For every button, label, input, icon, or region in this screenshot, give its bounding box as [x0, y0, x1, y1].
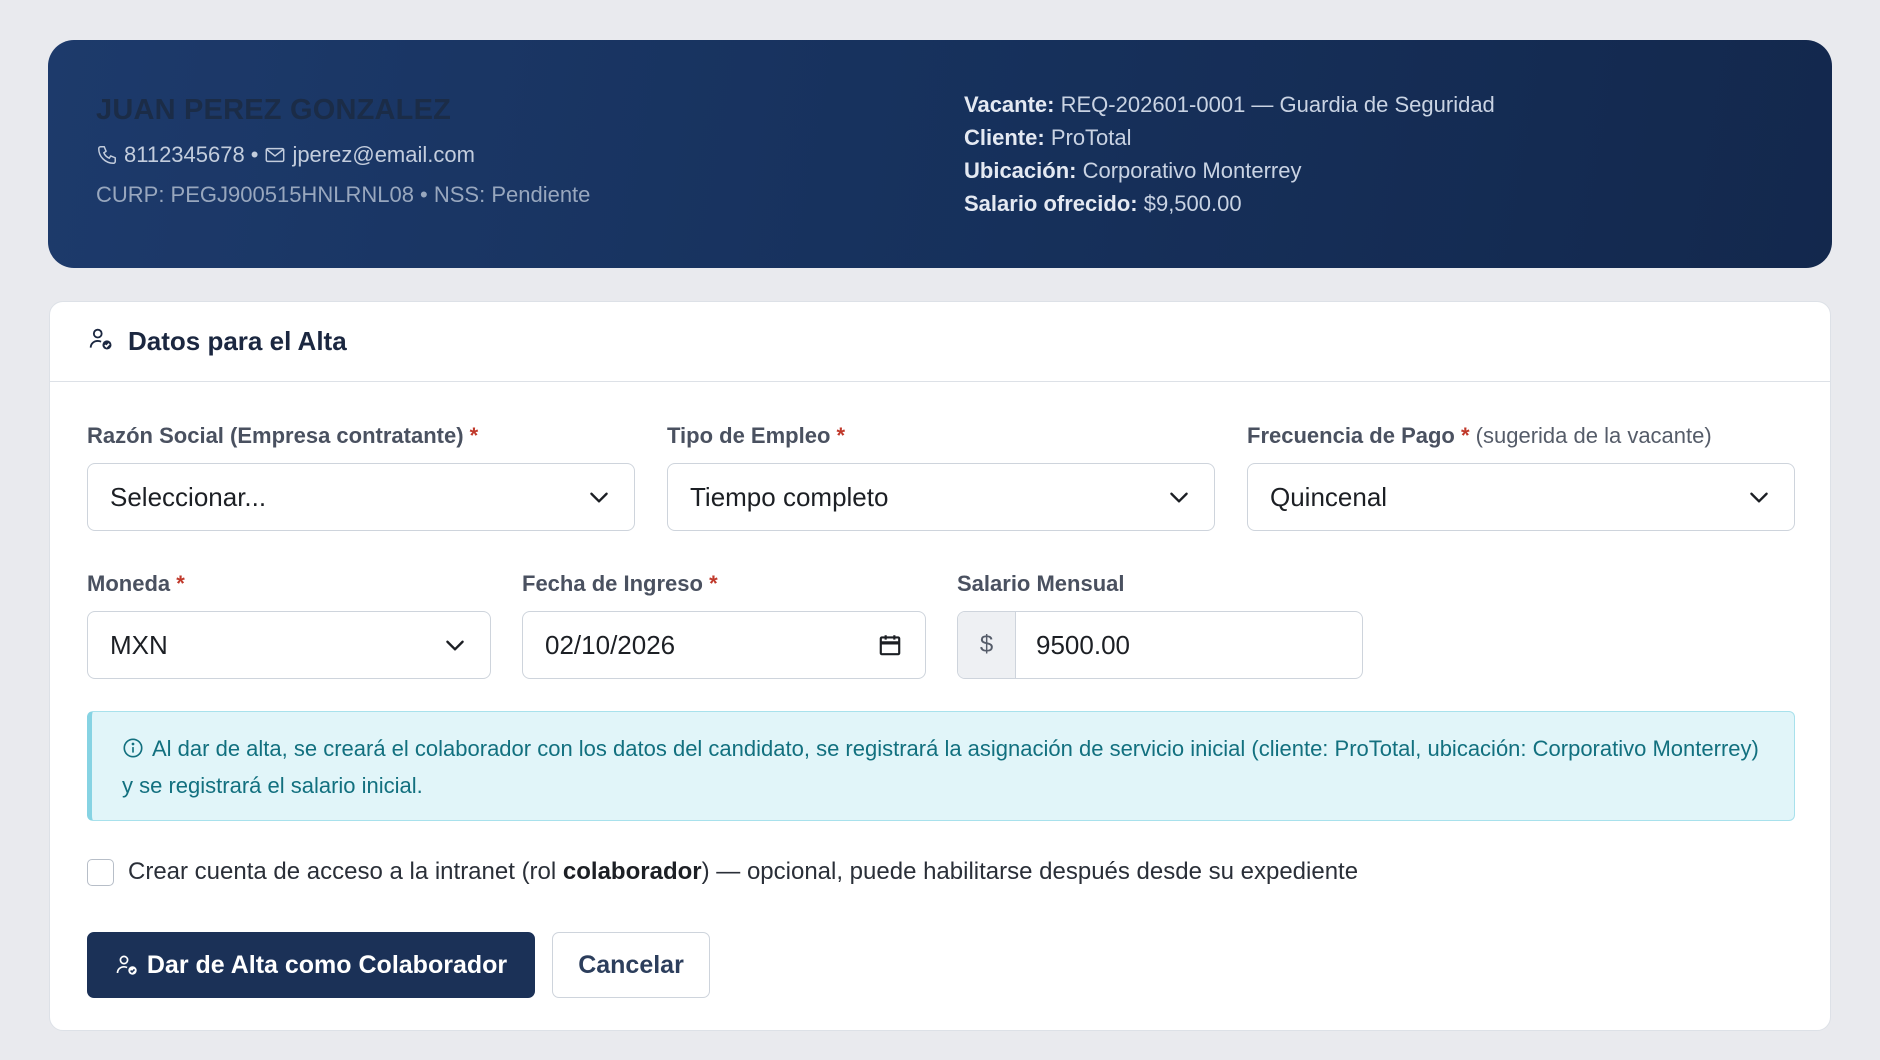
candidate-ids: CURP: PEGJ900515HNLRNL08 • NSS: Pendient… — [96, 182, 591, 207]
candidate-contact: 8112345678 • jperez@email.com — [96, 142, 475, 168]
location-value: Corporativo Monterrey — [1082, 158, 1302, 183]
required-mark: * — [1460, 423, 1470, 448]
fecha-ingreso-value: 02/10/2026 — [545, 629, 676, 660]
salario-mensual-input[interactable]: $ 9500.00 — [957, 611, 1363, 679]
vacancy-label: Vacante: — [964, 92, 1055, 117]
fecha-ingreso-label: Fecha de Ingreso * — [522, 571, 718, 597]
tipo-empleo-value: Tiempo completo — [690, 481, 889, 512]
moneda-value: MXN — [110, 629, 168, 660]
client-value: ProTotal — [1050, 125, 1132, 150]
frecuencia-pago-label: Frecuencia de Pago * (sugerida de la vac… — [1247, 423, 1712, 449]
vacancy-info: Vacante: REQ-202601-0001 — Guardia de Se… — [964, 88, 1495, 220]
user-check-icon — [88, 326, 114, 357]
intranet-account-label[interactable]: Crear cuenta de acceso a la intranet (ro… — [128, 858, 1358, 886]
fecha-ingreso-input[interactable]: 02/10/2026 — [522, 611, 926, 679]
vacancy-row: Vacante: REQ-202601-0001 — Guardia de Se… — [964, 88, 1495, 121]
intranet-account-checkbox[interactable] — [87, 858, 114, 886]
frecuencia-pago-hint: (sugerida de la vacante) — [1475, 423, 1712, 448]
vacancy-value: REQ-202601-0001 — Guardia de Seguridad — [1060, 92, 1495, 117]
intranet-account-option: Crear cuenta de acceso a la intranet (ro… — [87, 858, 1358, 886]
frecuencia-pago-value: Quincenal — [1270, 481, 1388, 512]
moneda-label-text: Moneda — [87, 571, 171, 596]
offered-salary-label: Salario ofrecido: — [964, 191, 1138, 216]
chevron-down-icon — [1750, 492, 1768, 503]
phone-icon — [96, 144, 118, 166]
checkbox-role: colaborador — [562, 858, 702, 885]
card-header: Datos para el Alta — [50, 302, 1830, 382]
candidate-banner: JUAN PEREZ GONZALEZ 8112345678 • jperez@… — [48, 40, 1832, 268]
checkbox-text-before: Crear cuenta de acceso a la intranet (ro… — [128, 858, 563, 885]
info-alert: Al dar de alta, se creará el colaborador… — [87, 711, 1795, 821]
client-row: Cliente: ProTotal — [964, 121, 1495, 154]
offered-salary-row: Salario ofrecido: $9,500.00 — [964, 187, 1495, 220]
required-mark: * — [176, 571, 185, 596]
frecuencia-pago-label-text: Frecuencia de Pago — [1247, 423, 1455, 448]
tipo-empleo-label: Tipo de Empleo * — [667, 423, 845, 449]
submit-button[interactable]: Dar de Alta como Colaborador — [87, 932, 535, 998]
client-label: Cliente: — [964, 125, 1045, 150]
location-label: Ubicación: — [964, 158, 1077, 183]
info-icon — [122, 735, 144, 769]
info-text: Al dar de alta, se creará el colaborador… — [122, 736, 1759, 798]
tipo-empleo-label-text: Tipo de Empleo — [667, 423, 831, 448]
user-check-icon — [116, 955, 137, 975]
required-mark: * — [836, 423, 846, 448]
chevron-down-icon — [590, 492, 608, 503]
required-mark: * — [469, 423, 479, 448]
moneda-label: Moneda * — [87, 571, 185, 597]
fecha-ingreso-label-text: Fecha de Ingreso — [522, 571, 703, 596]
frecuencia-pago-select[interactable]: Quincenal — [1247, 463, 1795, 531]
chevron-down-icon — [1170, 492, 1188, 503]
salario-mensual-value: 9500.00 — [1036, 629, 1130, 660]
razon-social-label-text: Razón Social (Empresa contratante) — [87, 423, 464, 448]
candidate-phone: 8112345678 — [124, 142, 245, 167]
contact-separator: • — [250, 142, 259, 167]
chevron-down-icon — [446, 640, 464, 651]
razon-social-label: Razón Social (Empresa contratante) * — [87, 423, 478, 449]
required-mark: * — [709, 571, 718, 596]
onboarding-card: Datos para el Alta Razón Social (Empresa… — [49, 301, 1831, 1031]
salario-mensual-label: Salario Mensual — [957, 571, 1125, 596]
location-row: Ubicación: Corporativo Monterrey — [964, 154, 1495, 187]
currency-prefix: $ — [958, 612, 1016, 678]
offered-salary-value: $9,500.00 — [1143, 191, 1242, 216]
cancel-button[interactable]: Cancelar — [552, 932, 710, 998]
cancel-button-label: Cancelar — [578, 950, 684, 979]
tipo-empleo-select[interactable]: Tiempo completo — [667, 463, 1215, 531]
moneda-select[interactable]: MXN — [87, 611, 491, 679]
razon-social-select[interactable]: Seleccionar... — [87, 463, 635, 531]
card-title: Datos para el Alta — [128, 326, 347, 356]
submit-button-label: Dar de Alta como Colaborador — [146, 950, 508, 979]
razon-social-value: Seleccionar... — [110, 481, 267, 512]
calendar-icon[interactable] — [877, 632, 903, 658]
candidate-email: jperez@email.com — [292, 142, 475, 167]
envelope-icon — [264, 144, 286, 166]
candidate-name: JUAN PEREZ GONZALEZ — [96, 94, 452, 126]
checkbox-text-after: ) — opcional, puede habilitarse después … — [701, 858, 1359, 885]
